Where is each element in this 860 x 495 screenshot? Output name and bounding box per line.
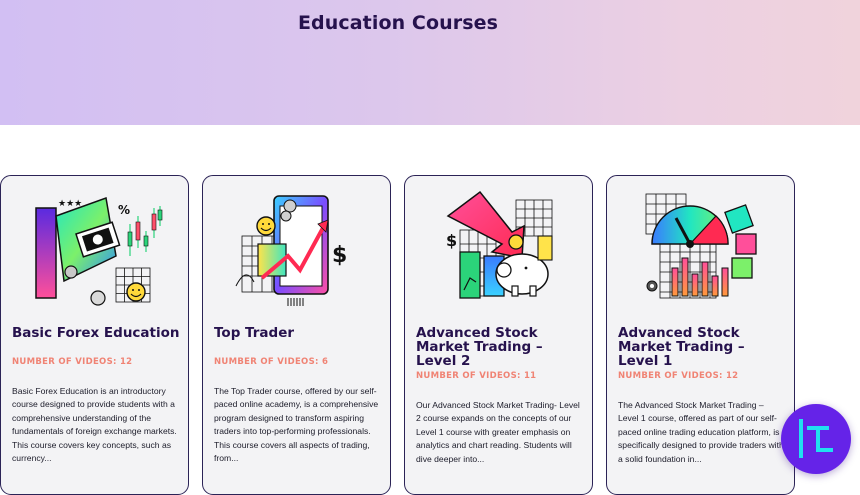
course-title[interactable]: Basic Forex Education <box>12 326 180 340</box>
brand-logo-icon[interactable] <box>781 404 851 474</box>
gauge-bars-illustration-icon <box>607 186 794 316</box>
forex-chart-illustration-icon: ★★★ % <box>1 186 188 316</box>
course-description: Our Advanced Stock Market Trading- Level… <box>416 400 580 464</box>
piggy-bank-illustration-icon: $ <box>405 186 592 316</box>
page-header-banner: Education Courses <box>0 0 860 125</box>
course-description: The Advanced Stock Market Trading – Leve… <box>618 400 784 464</box>
course-card-top-trader[interactable]: $ Top Trader NUMBER OF VIDEOS: 6 The Top… <box>202 175 391 495</box>
svg-text:$: $ <box>332 243 347 268</box>
phone-growth-illustration-icon: $ <box>203 186 390 316</box>
video-count-label: NUMBER OF VIDEOS: 6 <box>214 357 329 367</box>
video-count-label: NUMBER OF VIDEOS: 11 <box>416 371 537 381</box>
course-title[interactable]: Advanced Stock Market Trading – Level 1 <box>618 326 786 368</box>
course-card-advanced-level-2[interactable]: $ Advanced Stock Market Trading – Level … <box>404 175 593 495</box>
svg-text:★★★: ★★★ <box>58 199 82 209</box>
course-description: The Top Trader course, offered by our se… <box>214 386 379 464</box>
svg-text:%: % <box>118 203 130 217</box>
svg-text:$: $ <box>446 231 457 250</box>
course-title[interactable]: Top Trader <box>214 326 382 340</box>
course-card-basic-forex[interactable]: ★★★ % Basic Forex Education NUMBER OF VI… <box>0 175 189 495</box>
course-card-advanced-level-1[interactable]: Advanced Stock Market Trading – Level 1 … <box>606 175 795 495</box>
video-count-label: NUMBER OF VIDEOS: 12 <box>12 357 133 367</box>
course-title[interactable]: Advanced Stock Market Trading – Level 2 <box>416 326 584 368</box>
course-description: Basic Forex Education is an introductory… <box>12 386 177 464</box>
video-count-label: NUMBER OF VIDEOS: 12 <box>618 371 739 381</box>
page-title: Education Courses <box>297 12 499 34</box>
